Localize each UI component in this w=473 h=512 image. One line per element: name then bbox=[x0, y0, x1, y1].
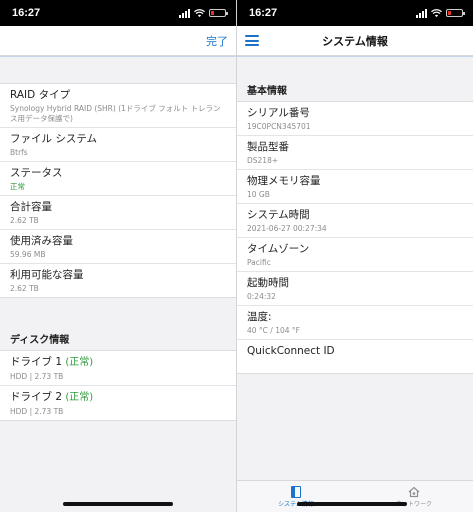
drive-status-badge: (正常) bbox=[65, 357, 94, 368]
list-item-status: ステータス 正常 bbox=[0, 162, 236, 196]
list-item-drive-1[interactable]: ドライブ 1 (正常) HDD | 2.73 TB bbox=[0, 351, 236, 386]
section-title-disk-info: ディスク情報 bbox=[10, 335, 70, 346]
list-item-memory: 物理メモリ容量 10 GB bbox=[237, 170, 473, 204]
list-item-raid-type: RAID タイプ Synology Hybrid RAID (SHR) (1ドラ… bbox=[0, 84, 236, 128]
basic-info-group: シリアル番号 19C0PCN345701 製品型番 DS218+ 物理メモリ容量… bbox=[237, 101, 473, 374]
tab-bar: システム情報 ネットワーク bbox=[237, 480, 473, 512]
wifi-icon bbox=[194, 8, 205, 17]
status-badge: 正常 bbox=[10, 182, 25, 191]
disk-info-group: ドライブ 1 (正常) HDD | 2.73 TB ドライブ 2 (正常) HD… bbox=[0, 350, 236, 421]
list-item-file-system: ファイル システム Btrfs bbox=[0, 128, 236, 162]
status-bar: 16:27 bbox=[237, 0, 473, 26]
nav-bar: システム情報 bbox=[237, 26, 473, 56]
home-indicator bbox=[297, 502, 407, 506]
status-bar: 16:27 bbox=[0, 0, 236, 26]
storage-detail-screen: 16:27 完了 RAID タイプ Synology Hybrid RAID (… bbox=[0, 0, 236, 512]
list-item-timezone: タイムゾーン Pacific bbox=[237, 238, 473, 272]
list-item-system-time: システム時間 2021-06-27 00:27:34 bbox=[237, 204, 473, 238]
home-indicator bbox=[63, 502, 173, 506]
drive-status-badge: (正常) bbox=[65, 392, 94, 403]
system-info-screen: 16:27 システム情報 基本情報 シリアル番号 19C0PCN345701 製… bbox=[237, 0, 473, 512]
tab-system-info[interactable]: システム情報 bbox=[237, 481, 355, 512]
list-item-temperature: 温度: 40 °C / 104 °F bbox=[237, 306, 473, 340]
list-item-available-capacity: 利用可能な容量 2.62 TB bbox=[10, 269, 84, 293]
list-item-serial-number: シリアル番号 19C0PCN345701 bbox=[237, 102, 473, 136]
battery-icon bbox=[209, 9, 228, 17]
list-item-quickconnect-id: QuickConnect ID bbox=[247, 345, 335, 357]
storage-info-group: RAID タイプ Synology Hybrid RAID (SHR) (1ドラ… bbox=[0, 83, 236, 298]
wifi-icon bbox=[431, 8, 442, 17]
cellular-signal-icon bbox=[179, 8, 190, 18]
nav-bar: 完了 bbox=[0, 26, 236, 56]
list-item-total-capacity: 合計容量 2.62 TB bbox=[0, 196, 236, 230]
tab-network[interactable]: ネットワーク bbox=[355, 481, 473, 512]
system-info-icon bbox=[291, 485, 301, 498]
status-time: 16:27 bbox=[12, 7, 41, 19]
network-icon bbox=[408, 486, 420, 497]
done-button[interactable]: 完了 bbox=[206, 33, 228, 49]
cellular-signal-icon bbox=[416, 8, 427, 18]
section-title-basic-info: 基本情報 bbox=[247, 86, 287, 97]
list-item-drive-2[interactable]: ドライブ 2 (正常) HDD | 2.73 TB bbox=[0, 386, 236, 420]
list-item-model: 製品型番 DS218+ bbox=[237, 136, 473, 170]
battery-icon bbox=[446, 9, 465, 17]
hamburger-menu-icon[interactable] bbox=[245, 35, 259, 46]
list-item-uptime: 起動時間 0:24:32 bbox=[237, 272, 473, 306]
list-item-used-capacity: 使用済み容量 59.96 MB bbox=[0, 230, 236, 264]
status-time: 16:27 bbox=[249, 7, 278, 19]
page-title: システム情報 bbox=[322, 34, 388, 48]
